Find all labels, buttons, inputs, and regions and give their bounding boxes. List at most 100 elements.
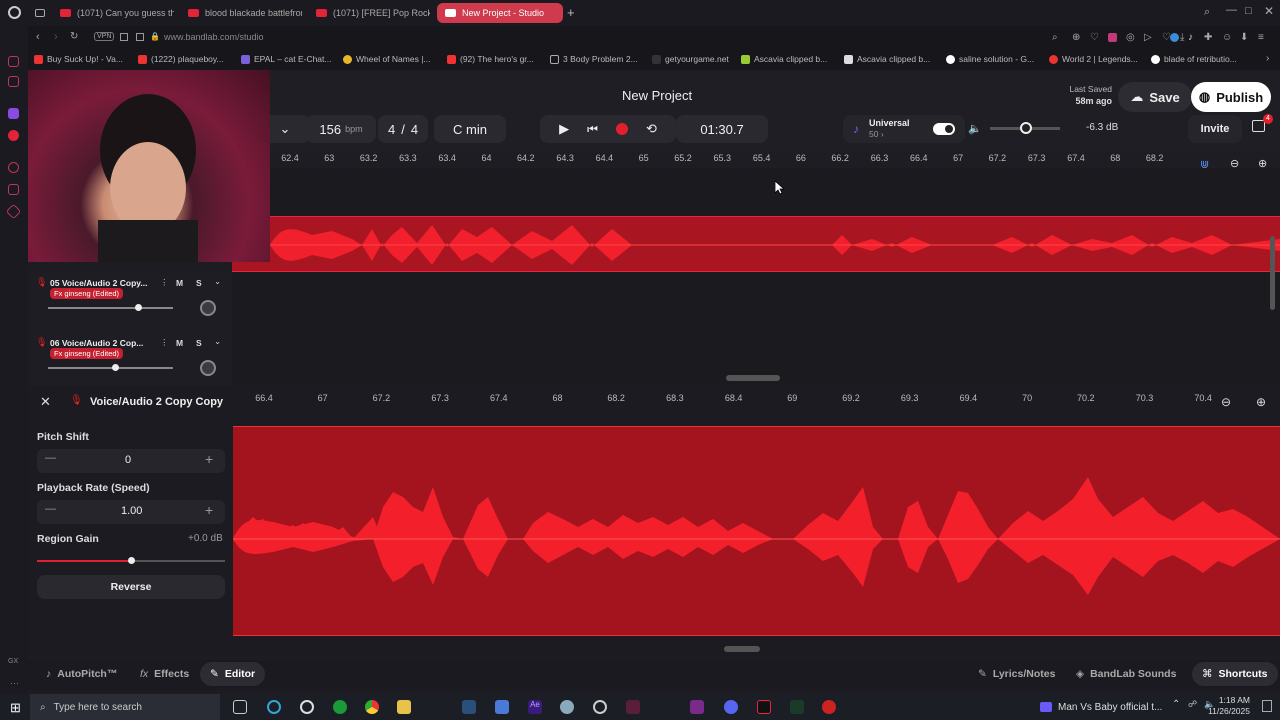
track-name[interactable]: 06 Voice/Audio 2 Cop... (50, 338, 160, 348)
opera-logo-icon[interactable] (8, 6, 21, 19)
skip-back-icon[interactable]: ⏮ (587, 122, 598, 137)
zoom-out-icon[interactable]: ⊖ (1221, 395, 1231, 409)
lyrics-notes-button[interactable]: ✎ Lyrics/Notes (978, 668, 1055, 680)
loop-icon[interactable]: ⟲ (646, 121, 657, 137)
chevron-up-icon[interactable]: ⌃ (1172, 699, 1180, 710)
track-volume-slider[interactable] (48, 304, 173, 311)
mute-button[interactable]: M (176, 278, 183, 288)
editor-audio-region[interactable] (233, 426, 1280, 636)
vpn-badge[interactable]: VPN (94, 32, 115, 41)
downloads-icon[interactable]: ⬇ (1240, 32, 1248, 43)
tempo-field[interactable]: 156 bpm (306, 115, 376, 143)
playback-rate-value[interactable]: 1.00 (121, 505, 142, 517)
taskbar-search[interactable]: ⌕ Type here to search (30, 694, 220, 720)
tiktok-icon[interactable] (757, 700, 771, 714)
tab-youtube-1[interactable]: (1071) Can you guess the (52, 3, 174, 23)
reverse-button[interactable]: Reverse (37, 575, 225, 599)
puzzle-icon[interactable]: ✚ (1204, 32, 1212, 43)
snapshot-icon[interactable] (136, 33, 144, 41)
camera-icon[interactable]: ◎ (1126, 32, 1135, 43)
app-icon[interactable] (495, 700, 509, 714)
save-button[interactable]: ☁ Save (1118, 82, 1192, 112)
playback-rate-stepper[interactable]: — 1.00 + (37, 500, 225, 524)
tab-youtube-3[interactable]: (1071) [FREE] Pop Rock x (308, 3, 430, 23)
after-effects-icon[interactable]: Ae (528, 700, 542, 714)
tab-bandlab-studio[interactable]: New Project - Studio (437, 3, 563, 23)
extension-icon[interactable] (1108, 33, 1117, 42)
zoom-in-icon[interactable]: ⊕ (1256, 395, 1266, 409)
editor-ruler[interactable]: 66.4 67 67.2 67.3 67.4 68 68.2 68.3 68.4 69 69.2 69… (233, 390, 1233, 406)
bookmark-item[interactable]: 3 Body Problem 2... (550, 54, 638, 64)
bandlab-sounds-button[interactable]: ◈ BandLab Sounds (1076, 668, 1176, 680)
track-volume-slider[interactable] (48, 364, 173, 371)
heart-icon[interactable] (8, 162, 19, 173)
pitch-shift-value[interactable]: 0 (125, 454, 131, 466)
vertical-scrollbar[interactable] (1270, 236, 1275, 310)
minimize-icon[interactable]: — (1226, 4, 1237, 16)
bookmark-item[interactable]: (1222) plaqueboy... (138, 54, 224, 64)
track-header[interactable]: 🎙 05 Voice/Audio 2 Copy... ⋮ M S ⌄ Fx gi… (28, 274, 232, 334)
time-signature-field[interactable]: 4/4 (378, 115, 428, 143)
track-lanes[interactable] (232, 168, 1280, 384)
publish-button[interactable]: ◍ Publish (1191, 82, 1271, 112)
sidebar-icon-2[interactable] (8, 76, 19, 87)
search-tabs-icon[interactable]: ⌕ (1204, 6, 1210, 19)
bookmark-item[interactable]: Wheel of Names |... (343, 54, 430, 64)
more-bookmarks-icon[interactable]: › (1266, 53, 1269, 64)
timeline-ruler[interactable]: 62.4 63 63.2 63.3 63.4 64 64.2 64.3 64.4 65 65.2 65… (270, 150, 1280, 168)
app-icon[interactable] (626, 700, 640, 714)
chrome-icon[interactable] (365, 700, 379, 714)
autopitch-universal-control[interactable]: ♪ Universal 50 › (843, 115, 965, 143)
notifications-icon[interactable] (1262, 700, 1272, 712)
key-field[interactable]: C min (434, 115, 506, 143)
bookmark-item[interactable]: saline solution - G... (946, 54, 1034, 64)
task-view-icon[interactable] (233, 700, 247, 714)
download-icon[interactable]: ⤓ (1180, 32, 1184, 43)
settings-icon[interactable] (593, 700, 607, 714)
back-icon[interactable]: ‹ (36, 31, 40, 43)
effect-badge[interactable]: Fx ginseng (Edited) (50, 288, 124, 299)
more-icon[interactable]: ··· (10, 678, 19, 688)
speaker-icon[interactable]: 🔈 (968, 122, 982, 135)
audio-region[interactable] (232, 216, 1280, 272)
toggle-switch[interactable] (933, 123, 955, 135)
windows-start-icon[interactable]: ⊞ (10, 700, 21, 716)
plus-icon[interactable]: + (205, 451, 213, 467)
clock-icon[interactable] (8, 184, 19, 195)
bookmark-item[interactable]: getyourgame.net (652, 54, 729, 64)
maximize-icon[interactable]: □ (1245, 5, 1252, 17)
bookmark-item[interactable]: Ascavia clipped b... (741, 54, 827, 64)
editor-scrollbar[interactable] (724, 646, 760, 652)
horizontal-scrollbar[interactable] (726, 375, 780, 381)
slider-knob[interactable] (111, 364, 119, 371)
url-text[interactable]: www.bandlab.com/studio (164, 32, 264, 42)
track-header[interactable]: 🎙 06 Voice/Audio 2 Cop... ⋮ M S ⌄ Fx gin… (28, 334, 232, 394)
chevron-down-icon[interactable]: ⌄ (214, 276, 221, 287)
play-icon[interactable]: ▷ (1144, 32, 1152, 43)
invite-button[interactable]: Invite (1188, 115, 1242, 143)
new-tab-icon[interactable]: + (567, 5, 575, 20)
media-widget[interactable]: Man Vs Baby official t... (1040, 694, 1162, 720)
sidebar-icon-1[interactable] (8, 56, 19, 67)
bookmark-item[interactable]: Buy Suck Up! - Va... (34, 54, 123, 64)
bookmark-item[interactable]: blade of retributio... (1151, 54, 1237, 64)
editor-tab[interactable]: ✎ Editor (200, 662, 266, 686)
opera-gx-icon[interactable] (267, 700, 281, 714)
play-icon[interactable]: ▶ (559, 121, 569, 137)
slider-knob[interactable] (135, 304, 143, 311)
plus-icon[interactable]: + (205, 502, 213, 518)
close-icon[interactable]: ✕ (40, 394, 51, 410)
bookmark-item[interactable]: (92) The hero's gr... (447, 54, 534, 64)
xbox-icon[interactable] (333, 700, 347, 714)
tab-menu-icon[interactable] (35, 9, 45, 17)
pin-icon[interactable]: ⊕ (1072, 32, 1080, 43)
shortcuts-button[interactable]: ⌘ Shortcuts (1192, 662, 1278, 686)
pan-knob[interactable] (200, 300, 216, 316)
kebab-menu-icon[interactable]: ⋮ (160, 337, 169, 348)
bookmark-icon[interactable]: ♡ (1090, 32, 1099, 43)
clock[interactable]: 1:18 AM 11/26/2025 (1200, 695, 1250, 717)
bookmark-item[interactable]: Ascavia clipped b... (844, 54, 930, 64)
discord-icon[interactable] (724, 700, 738, 714)
tab-youtube-2[interactable]: blood blackade battlefron (180, 3, 302, 23)
menu-icon[interactable]: ≡ (1258, 32, 1264, 43)
